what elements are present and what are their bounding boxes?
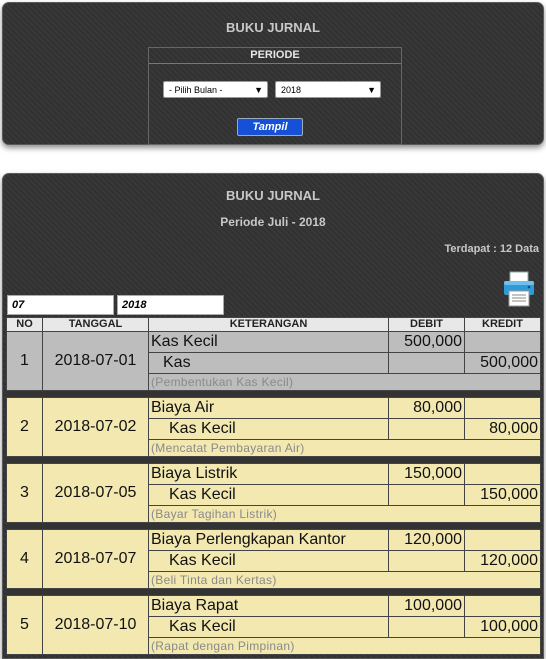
credit-amount: 500,000 — [464, 352, 541, 374]
credit-account: Kas Kecil — [148, 616, 389, 638]
entry-no: 4 — [6, 529, 43, 589]
entry-note: (Beli Tinta dan Kertas) — [148, 571, 541, 589]
year-input[interactable]: 2018 — [117, 295, 224, 315]
year-select[interactable]: 2018 ▼ — [275, 81, 381, 98]
entry-no: 2 — [6, 397, 43, 457]
table-row: 3 2018-07-05 Biaya Listrik 150,000 — [6, 463, 541, 523]
empty-cell — [388, 616, 465, 638]
filter-panel-title: BUKU JURNAL — [226, 20, 320, 35]
empty-cell — [464, 331, 541, 353]
credit-account: Kas Kecil — [148, 550, 389, 572]
debit-account: Biaya Rapat — [148, 595, 389, 617]
entry-date: 2018-07-02 — [42, 397, 149, 457]
row-spacer — [6, 588, 541, 596]
debit-amount: 80,000 — [388, 397, 465, 419]
empty-cell — [464, 463, 541, 485]
debit-amount: 100,000 — [388, 595, 465, 617]
period-fieldset: PERIODE - Pilih Bulan - ▼ 2018 ▼ Tampil — [148, 47, 402, 145]
entry-date: 2018-07-10 — [42, 595, 149, 655]
chevron-down-icon: ▼ — [254, 85, 263, 95]
table-row: 4 2018-07-07 Biaya Perlengkapan Kantor 1… — [6, 529, 541, 589]
row-spacer — [6, 456, 541, 464]
debit-amount: 120,000 — [388, 529, 465, 551]
debit-account: Biaya Perlengkapan Kantor — [148, 529, 389, 551]
month-input[interactable]: 07 — [7, 295, 114, 315]
spacer-cell — [6, 588, 541, 596]
data-count: Terdapat : 12 Data — [444, 243, 539, 255]
entry-note: (Rapat dengan Pimpinan) — [148, 637, 541, 655]
spacer-cell — [6, 456, 541, 464]
col-no: NO — [6, 317, 43, 332]
journal-panel: BUKU JURNAL Periode Juli - 2018 Terdapat… — [2, 173, 544, 659]
credit-amount: 80,000 — [464, 418, 541, 440]
credit-account: Kas Kecil — [148, 418, 389, 440]
table-header: NO TANGGAL KETERANGAN DEBIT KREDIT — [6, 317, 541, 332]
debit-amount: 500,000 — [388, 331, 465, 353]
credit-amount: 150,000 — [464, 484, 541, 506]
row-spacer — [6, 390, 541, 398]
col-credit: KREDIT — [464, 317, 541, 332]
spacer-cell — [6, 390, 541, 398]
printer-icon[interactable] — [502, 271, 536, 307]
empty-cell — [464, 397, 541, 419]
spacer-cell — [6, 522, 541, 530]
debit-amount: 150,000 — [388, 463, 465, 485]
credit-amount: 100,000 — [464, 616, 541, 638]
debit-account: Biaya Listrik — [148, 463, 389, 485]
empty-cell — [388, 418, 465, 440]
table-row: 5 2018-07-10 Biaya Rapat 100,000 — [6, 595, 541, 655]
empty-cell — [464, 529, 541, 551]
col-description: KETERANGAN — [148, 317, 389, 332]
entry-no: 1 — [6, 331, 43, 391]
entry-date: 2018-07-01 — [42, 331, 149, 391]
entry-date: 2018-07-05 — [42, 463, 149, 523]
credit-account: Kas Kecil — [148, 484, 389, 506]
period-label: PERIODE — [149, 48, 401, 64]
entry-date: 2018-07-07 — [42, 529, 149, 589]
col-date: TANGGAL — [42, 317, 149, 332]
show-button[interactable]: Tampil — [237, 118, 303, 136]
debit-account: Kas Kecil — [148, 331, 389, 353]
col-debit: DEBIT — [388, 317, 465, 332]
journal-title: BUKU JURNAL — [226, 188, 320, 203]
credit-amount: 120,000 — [464, 550, 541, 572]
entry-no: 3 — [6, 463, 43, 523]
empty-cell — [464, 595, 541, 617]
row-spacer — [6, 522, 541, 530]
credit-account: Kas — [148, 352, 389, 374]
chevron-down-icon: ▼ — [367, 85, 376, 95]
period-subtitle: Periode Juli - 2018 — [220, 215, 326, 229]
filter-panel: BUKU JURNAL PERIODE - Pilih Bulan - ▼ 20… — [2, 2, 544, 145]
empty-cell — [388, 550, 465, 572]
month-select[interactable]: - Pilih Bulan - ▼ — [163, 81, 268, 98]
month-select-value: - Pilih Bulan - — [169, 85, 223, 95]
table-row: 1 2018-07-01 Kas Kecil 500,000 — [6, 331, 541, 391]
debit-account: Biaya Air — [148, 397, 389, 419]
year-select-value: 2018 — [281, 85, 302, 95]
entry-note: (Bayar Tagihan Listrik) — [148, 505, 541, 523]
entry-note: (Pembentukan Kas Kecil) — [148, 373, 541, 391]
empty-cell — [388, 352, 465, 374]
table-row: 2 2018-07-02 Biaya Air 80,000 — [6, 397, 541, 457]
empty-cell — [388, 484, 465, 506]
journal-table: NO TANGGAL KETERANGAN DEBIT KREDIT 1 201… — [6, 317, 541, 655]
entry-no: 5 — [6, 595, 43, 655]
entry-note: (Mencatat Pembayaran Air) — [148, 439, 541, 457]
